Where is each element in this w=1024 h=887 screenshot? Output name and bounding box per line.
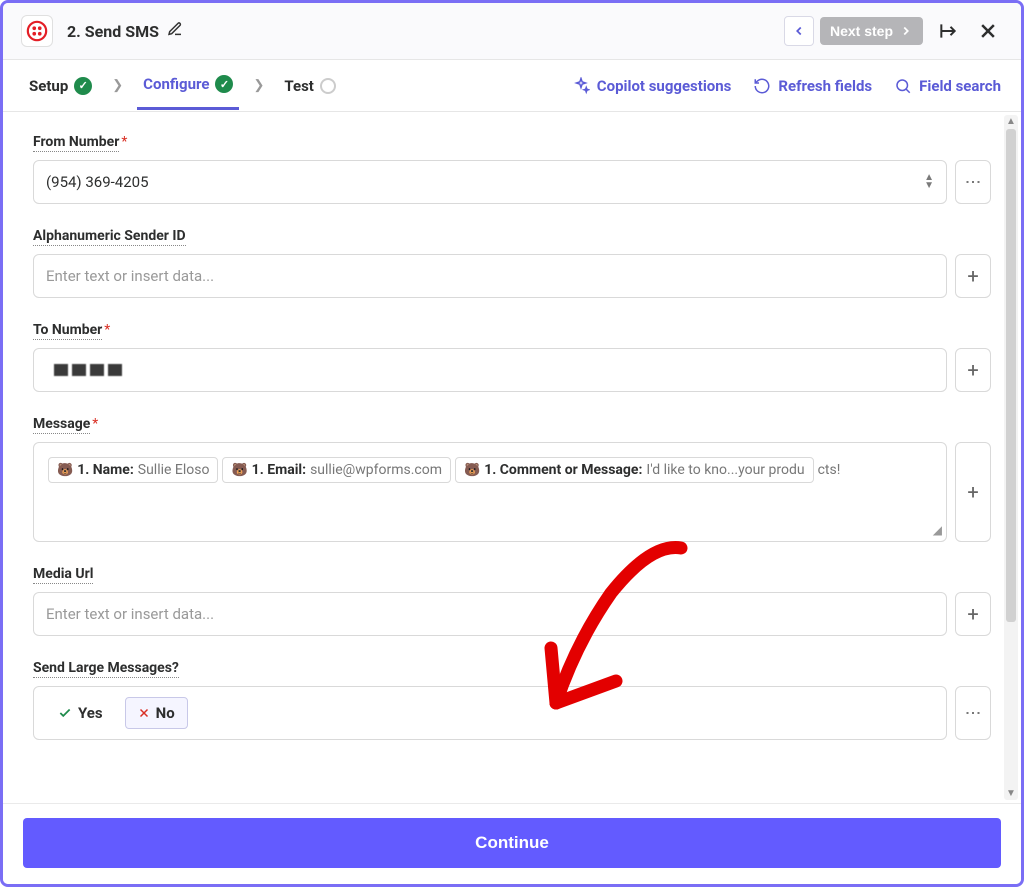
send-large-label: Send Large Messages? xyxy=(33,660,179,678)
message-insert-button[interactable]: + xyxy=(955,442,991,542)
message-trailing-text: cts! xyxy=(816,458,843,482)
pill-value: sullie@wpforms.com xyxy=(310,462,442,478)
from-number-more-button[interactable]: ⋮ xyxy=(955,160,991,204)
wpforms-icon: 🐻 xyxy=(231,463,247,478)
media-url-placeholder: Enter text or insert data... xyxy=(46,605,214,623)
footer: Continue xyxy=(3,803,1021,884)
chevron-updown-icon: ▲▼ xyxy=(924,174,934,190)
copilot-label: Copilot suggestions xyxy=(597,77,732,95)
field-search-label: Field search xyxy=(919,77,1001,95)
continue-label: Continue xyxy=(475,833,549,852)
tabs-bar: Setup ✓ ❯ Configure ✓ ❯ Test Copilot sug… xyxy=(3,60,1021,112)
required-marker: * xyxy=(121,134,127,150)
from-number-select[interactable]: (954) 369-4205 ▲▼ xyxy=(33,160,947,204)
tab-configure-label: Configure xyxy=(143,75,209,93)
close-icon[interactable] xyxy=(973,16,1003,46)
media-url-input[interactable]: Enter text or insert data... xyxy=(33,592,947,636)
tab-setup[interactable]: Setup ✓ xyxy=(23,63,98,109)
media-url-insert-button[interactable]: + xyxy=(955,592,991,636)
media-url-label: Media Url xyxy=(33,566,93,584)
tab-configure[interactable]: Configure ✓ xyxy=(137,61,239,110)
redacted-value xyxy=(54,364,124,376)
pill-value: Sullie Eloso xyxy=(138,462,210,478)
plus-icon: + xyxy=(967,358,978,382)
to-number-insert-button[interactable]: + xyxy=(955,348,991,392)
wpforms-icon: 🐻 xyxy=(464,463,480,478)
message-pill-comment[interactable]: 🐻 1. Comment or Message: I'd like to kno… xyxy=(455,457,814,483)
alpha-sender-placeholder: Enter text or insert data... xyxy=(46,267,214,285)
step-title: 2. Send SMS xyxy=(67,22,159,41)
send-large-more-button[interactable]: ⋮ xyxy=(955,686,991,740)
form-scroll-area[interactable]: From Number* (954) 369-4205 ▲▼ ⋮ Alphanu… xyxy=(3,112,1021,803)
alpha-sender-insert-button[interactable]: + xyxy=(955,254,991,298)
yes-button[interactable]: Yes xyxy=(46,698,115,728)
scroll-down-icon[interactable]: ▼ xyxy=(1004,788,1018,799)
plus-icon: + xyxy=(967,602,978,626)
check-icon: ✓ xyxy=(74,77,92,95)
plus-icon: + xyxy=(967,264,978,288)
more-icon: ⋮ xyxy=(971,705,975,721)
from-number-value: (954) 369-4205 xyxy=(46,173,149,191)
check-icon: ✓ xyxy=(215,75,233,93)
twilio-app-icon xyxy=(21,15,53,47)
required-marker: * xyxy=(104,322,110,338)
next-step-label: Next step xyxy=(830,23,893,39)
send-large-group: Yes No xyxy=(33,686,947,740)
pill-label: 1. Email: xyxy=(252,462,306,478)
refresh-label: Refresh fields xyxy=(778,77,872,95)
to-number-input[interactable] xyxy=(33,348,947,392)
alpha-sender-label: Alphanumeric Sender ID xyxy=(33,228,186,246)
yes-label: Yes xyxy=(78,704,103,722)
copilot-suggestions-button[interactable]: Copilot suggestions xyxy=(572,77,732,95)
wpforms-icon: 🐻 xyxy=(57,463,73,478)
to-number-label: To Number xyxy=(33,322,102,340)
required-marker: * xyxy=(92,416,98,432)
edit-title-icon[interactable] xyxy=(167,21,183,41)
message-input[interactable]: 🐻 1. Name: Sullie Eloso 🐻 1. Email: sull… xyxy=(33,442,947,542)
scrollbar-thumb[interactable] xyxy=(1006,129,1016,622)
from-number-label: From Number xyxy=(33,134,119,152)
plus-icon: + xyxy=(967,480,978,504)
tab-test-label: Test xyxy=(284,77,314,95)
more-icon: ⋮ xyxy=(971,174,975,190)
chevron-right-icon: ❯ xyxy=(112,78,123,93)
prev-step-button[interactable] xyxy=(784,16,814,46)
pill-value: I'd like to kno...your produ xyxy=(646,462,804,478)
tab-setup-label: Setup xyxy=(29,77,68,95)
message-pill-name[interactable]: 🐻 1. Name: Sullie Eloso xyxy=(48,457,218,483)
no-label: No xyxy=(156,704,175,722)
pill-label: 1. Comment or Message: xyxy=(484,462,642,478)
next-step-button[interactable]: Next step xyxy=(820,17,923,45)
resize-handle-icon[interactable]: ◢ xyxy=(933,523,942,537)
header-bar: 2. Send SMS Next step xyxy=(3,3,1021,60)
tab-test[interactable]: Test xyxy=(278,63,342,109)
scrollbar[interactable]: ▲ ▼ xyxy=(1004,115,1018,800)
message-label: Message xyxy=(33,416,90,434)
empty-status-icon xyxy=(320,78,336,94)
continue-button[interactable]: Continue xyxy=(23,818,1001,868)
pill-label: 1. Name: xyxy=(77,462,134,478)
field-search-button[interactable]: Field search xyxy=(894,77,1001,95)
message-pill-email[interactable]: 🐻 1. Email: sullie@wpforms.com xyxy=(222,457,451,483)
refresh-fields-button[interactable]: Refresh fields xyxy=(753,77,872,95)
scroll-up-icon[interactable]: ▲ xyxy=(1004,116,1018,127)
expand-icon[interactable] xyxy=(933,16,963,46)
no-button[interactable]: No xyxy=(125,697,188,729)
chevron-right-icon: ❯ xyxy=(253,78,264,93)
alpha-sender-input[interactable]: Enter text or insert data... xyxy=(33,254,947,298)
